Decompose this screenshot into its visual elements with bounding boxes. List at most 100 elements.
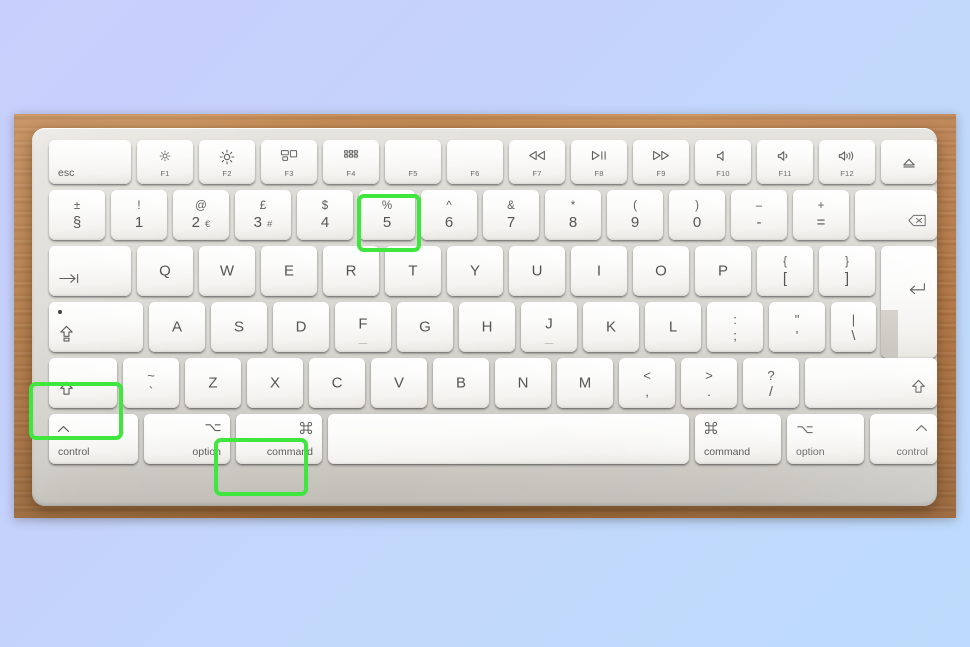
key-shifted-label: " (794, 312, 800, 327)
key-j[interactable]: J (521, 302, 577, 352)
key-l[interactable]: L (645, 302, 701, 352)
key-x[interactable]: X (247, 358, 303, 408)
key-r[interactable]: R (323, 246, 379, 296)
key-shifted-label: % (381, 200, 393, 212)
key-d[interactable]: D (273, 302, 329, 352)
key-b[interactable]: B (433, 358, 489, 408)
key-quote[interactable]: " ' (769, 302, 825, 352)
key-v[interactable]: V (371, 358, 427, 408)
key-label: Q (159, 262, 171, 280)
key-3[interactable]: £ 3 # (235, 190, 291, 240)
key-slash[interactable]: ? / (743, 358, 799, 408)
key-a[interactable]: A (149, 302, 205, 352)
key-f4[interactable]: F4 (323, 140, 379, 184)
key-return[interactable] (881, 246, 937, 358)
key-label: ] (844, 270, 850, 287)
brightness-up-icon (199, 149, 255, 165)
key-f3[interactable]: F3 (261, 140, 317, 184)
key-h[interactable]: H (459, 302, 515, 352)
key-f9[interactable]: F9 (633, 140, 689, 184)
key-0[interactable]: ) 0 (669, 190, 725, 240)
key-y[interactable]: Y (447, 246, 503, 296)
key-tilde[interactable]: ~ ` (123, 358, 179, 408)
option-icon (797, 422, 813, 438)
key-tab[interactable] (49, 246, 131, 296)
key-f1[interactable]: F1 (137, 140, 193, 184)
key-caps-lock[interactable] (49, 302, 143, 352)
key-f11[interactable]: F11 (757, 140, 813, 184)
key-delete[interactable] (855, 190, 937, 240)
key-equal[interactable]: + = (793, 190, 849, 240)
key-t[interactable]: T (385, 246, 441, 296)
key-f8[interactable]: F8 (571, 140, 627, 184)
key-w[interactable]: W (199, 246, 255, 296)
homing-bump (358, 342, 368, 344)
key-e[interactable]: E (261, 246, 317, 296)
key-label: B (455, 374, 466, 392)
key-label: R (345, 262, 357, 280)
key-k[interactable]: K (583, 302, 639, 352)
key-shifted-label: | (851, 312, 856, 327)
key-section[interactable]: ± § (49, 190, 105, 240)
key-7[interactable]: & 7 (483, 190, 539, 240)
control-icon (57, 423, 70, 435)
key-eject[interactable] (881, 140, 937, 184)
key-space[interactable] (328, 414, 689, 464)
key-control-left[interactable]: control (49, 414, 138, 464)
key-shifted-label: ^ (446, 200, 452, 212)
key-label: S (233, 318, 244, 336)
key-label: K (605, 318, 616, 336)
key-label: Z (208, 374, 218, 392)
key-label: 0 (692, 214, 702, 231)
key-f5[interactable]: F5 (385, 140, 441, 184)
key-n[interactable]: N (495, 358, 551, 408)
key-semicolon[interactable]: : ; (707, 302, 763, 352)
play-pause-icon (571, 149, 627, 161)
key-label: N (517, 374, 529, 392)
key-f[interactable]: F (335, 302, 391, 352)
key-control-right[interactable]: control (870, 414, 937, 464)
key-6[interactable]: ^ 6 (421, 190, 477, 240)
key-bracket-right[interactable]: } ] (819, 246, 875, 296)
key-4[interactable]: $ 4 (297, 190, 353, 240)
key-minus[interactable]: – - (731, 190, 787, 240)
key-o[interactable]: O (633, 246, 689, 296)
key-command-right[interactable]: command (695, 414, 781, 464)
key-f10[interactable]: F10 (695, 140, 751, 184)
key-8[interactable]: * 8 (545, 190, 601, 240)
key-bracket-left[interactable]: { [ (757, 246, 813, 296)
key-c[interactable]: C (309, 358, 365, 408)
key-f2[interactable]: F2 (199, 140, 255, 184)
option-icon (205, 422, 221, 434)
key-comma[interactable]: < , (619, 358, 675, 408)
key-9[interactable]: ( 9 (607, 190, 663, 240)
key-s[interactable]: S (211, 302, 267, 352)
key-command-left[interactable]: command (236, 414, 322, 464)
key-label: F9 (656, 168, 666, 178)
return-icon (908, 282, 926, 300)
key-p[interactable]: P (695, 246, 751, 296)
return-key-notch (881, 310, 898, 358)
key-2[interactable]: @ 2 € (173, 190, 229, 240)
key-option-right[interactable]: option (787, 414, 864, 464)
key-i[interactable]: I (571, 246, 627, 296)
key-u[interactable]: U (509, 246, 565, 296)
key-shifted-label: > (705, 368, 713, 383)
key-period[interactable]: > . (681, 358, 737, 408)
key-f12[interactable]: F12 (819, 140, 875, 184)
key-m[interactable]: M (557, 358, 613, 408)
key-backslash[interactable]: | \ (831, 302, 876, 352)
key-esc[interactable]: esc (49, 140, 131, 184)
key-f6[interactable]: F6 (447, 140, 503, 184)
key-option-left[interactable]: option (144, 414, 230, 464)
key-g[interactable]: G (397, 302, 453, 352)
key-q[interactable]: Q (137, 246, 193, 296)
key-z[interactable]: Z (185, 358, 241, 408)
key-shift-left[interactable] (49, 358, 117, 408)
key-5[interactable]: % 5 (359, 190, 415, 240)
key-shift-right[interactable] (805, 358, 937, 408)
key-1[interactable]: ! 1 (111, 190, 167, 240)
eject-icon (881, 155, 937, 169)
key-label: F (358, 315, 368, 333)
key-f7[interactable]: F7 (509, 140, 565, 184)
